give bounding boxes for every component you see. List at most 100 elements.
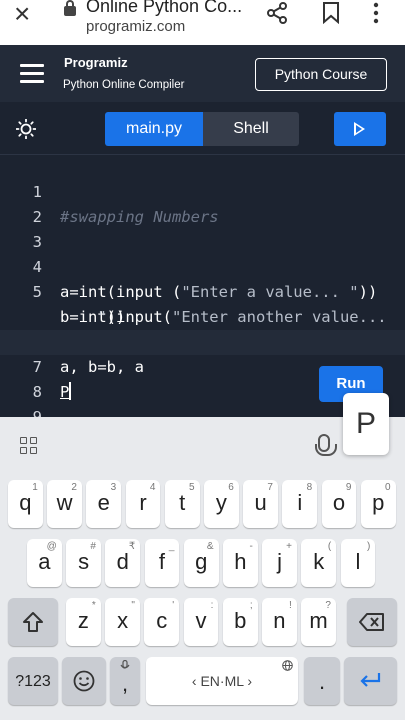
soft-keyboard: P 1q2w3e4r5t6y7u8i9o0p @ a # s ₹ d _ f & g - h + j(k)… [0,393,405,720]
key-l[interactable]: ) l [340,539,376,587]
key-label: d [116,549,129,574]
backspace-icon [359,613,384,631]
period-key[interactable]: . [304,657,340,705]
editor-toolbar: main.py Shell [0,102,405,155]
key-e[interactable]: 3e [86,480,122,528]
apps-grid-icon[interactable] [20,437,38,455]
key-label: t [179,490,186,515]
key-label: x [117,608,129,633]
shift-icon [23,612,43,632]
key-label: i [297,490,303,515]
key-label: o [332,490,346,515]
key-o[interactable]: 9o [321,480,357,528]
key-y[interactable]: 6y [204,480,239,528]
key-f[interactable]: _ f [144,539,180,587]
code-line: 1 #swapping Numbers [0,155,405,226]
key-c[interactable]: ' c [144,598,180,646]
python-course-button[interactable]: Python Course [255,58,387,91]
symbols-key-label: ?123 [15,673,51,690]
key-label: f [158,549,166,574]
key-w[interactable]: 2w [47,480,82,528]
key-k[interactable]: (k [301,539,337,587]
key-label: j [277,549,283,574]
code-line-wrapped: ")) [0,280,405,326]
share-icon[interactable] [266,2,288,30]
key-t[interactable]: 5t [164,480,200,528]
key-label: k [313,549,325,574]
key-label: w [56,490,73,515]
bookmark-icon[interactable] [321,2,341,30]
code-line-active: 7 P [0,330,405,401]
key-label: b [234,608,247,633]
browser-bar: × Online Python Co... programiz.com [0,0,405,45]
enter-key[interactable] [344,657,397,705]
key-h[interactable]: -h [223,539,258,587]
key-preview-popup: P [343,393,389,455]
space-key-label: ‹ EN·ML › [191,673,253,689]
key-label: p [372,490,385,515]
key-r[interactable]: 4r [125,480,161,528]
globe-icon [282,660,293,671]
key-label: y [215,490,227,515]
key-label: r [139,490,147,515]
page-title[interactable]: Online Python Co... [86,0,246,17]
compiler-subtitle: Python Online Compiler [63,79,185,91]
tab-main-py[interactable]: main.py [105,112,203,146]
tab-shell[interactable]: Shell [203,112,299,146]
key-label: h [234,549,247,574]
hamburger-menu-icon[interactable] [20,64,44,83]
key-n[interactable]: ! n [262,598,297,646]
key-s[interactable]: # s [66,539,101,587]
code-line: 4 a=int(input ("Enter a value... ")) [0,230,405,301]
backspace-key[interactable] [347,598,397,646]
key-label: v [195,608,207,633]
code-line: 2 [0,180,405,226]
key-a[interactable]: @ a [27,539,62,587]
code-line: 6 a, b=b, a [0,305,405,376]
key-m[interactable]: ? m [301,598,336,646]
comma-key[interactable]: , [110,657,140,705]
emoji-icon [73,670,95,692]
lock-icon [64,0,76,16]
mic-small-icon [120,660,130,669]
emoji-key[interactable] [62,657,106,705]
key-label: z [77,608,89,633]
microphone-icon[interactable] [315,434,337,456]
key-q[interactable]: 1q [8,480,43,528]
key-label: a [38,549,51,574]
symbols-key[interactable]: ?123 [8,657,58,705]
key-d[interactable]: ₹ d [105,539,141,587]
comma-key-label: , [121,671,129,696]
theme-toggle-icon[interactable] [16,119,36,139]
key-label: m [309,608,328,633]
key-g[interactable]: & g [183,539,219,587]
space-key[interactable]: ‹ EN·ML › [146,657,298,705]
key-p[interactable]: 0p [360,480,396,528]
key-i[interactable]: 8i [282,480,318,528]
programiz-logo[interactable]: Programiz [64,55,128,70]
code-line: 3 [0,205,405,251]
run-play-button[interactable] [334,112,386,146]
code-editor[interactable]: 1 #swapping Numbers 2 3 4 a=int(input ("… [0,155,405,417]
play-icon [354,122,365,136]
key-label: l [355,549,361,574]
key-label: e [97,490,110,515]
enter-icon [360,673,381,687]
app-header: Programiz Python Online Compiler Python … [0,45,405,102]
key-label: q [19,490,32,515]
period-key-label: . [318,669,326,694]
key-label: s [78,549,90,574]
menu-dots-icon[interactable] [372,2,380,30]
close-icon[interactable]: × [14,0,30,28]
key-label: u [254,490,267,515]
key-label: n [273,608,286,633]
key-b[interactable]: ; b [222,598,258,646]
code-line: 5 b=int(input("Enter another value... [0,255,405,326]
key-v[interactable]: :v [183,598,219,646]
key-u[interactable]: 7u [243,480,278,528]
shift-key[interactable] [8,598,58,646]
key-x[interactable]: " x [105,598,140,646]
key-j[interactable]: + j [262,539,297,587]
key-z[interactable]: * z [66,598,101,646]
page-url[interactable]: programiz.com [86,18,185,35]
